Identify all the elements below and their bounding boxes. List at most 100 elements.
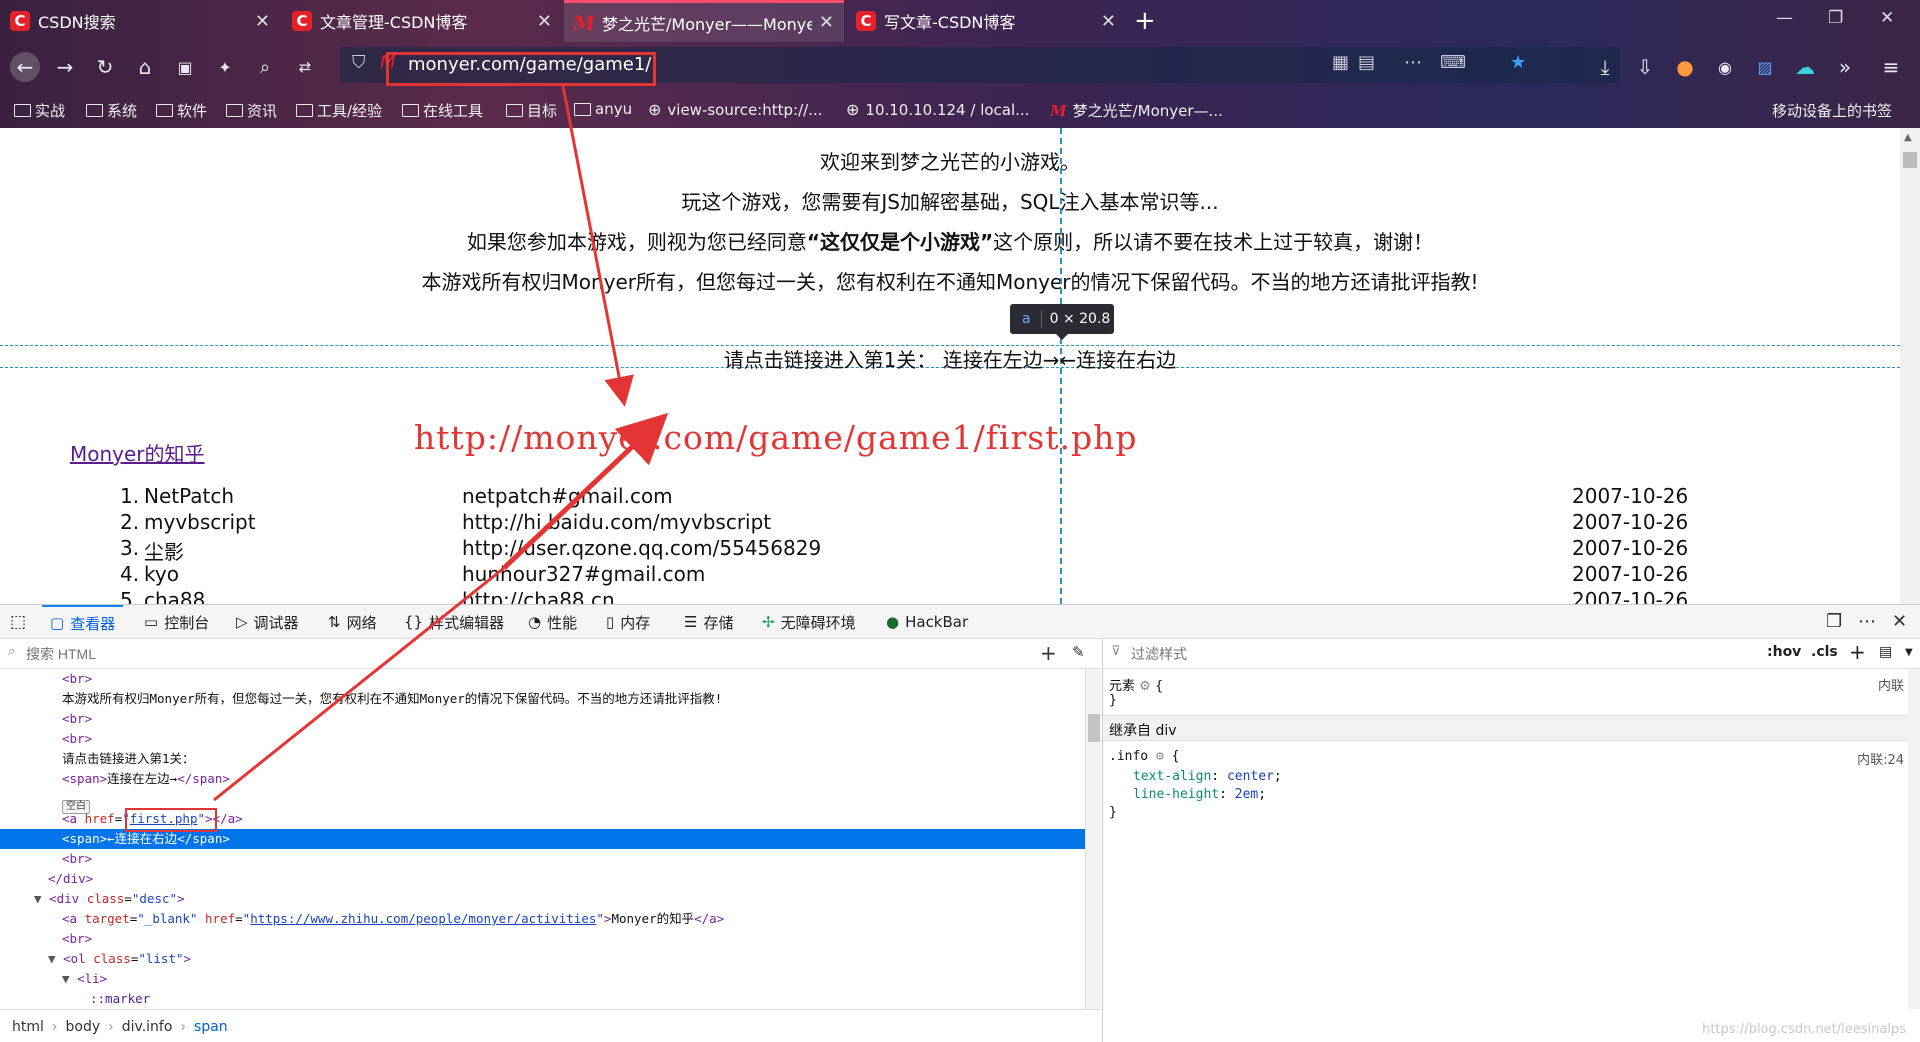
restore-icon[interactable]: ❐: [1828, 8, 1843, 28]
minimize-icon[interactable]: —: [1776, 8, 1793, 28]
back-arrow-icon[interactable]: ←: [10, 52, 40, 82]
tree-line-span-right[interactable]: <span>←连接在右边</span>: [62, 829, 230, 849]
add-rule-icon[interactable]: +: [1849, 640, 1866, 664]
dock-icon[interactable]: ❐: [1826, 611, 1842, 632]
shield-icon[interactable]: ⛉: [352, 52, 366, 73]
bookmark-folder[interactable]: 系统: [86, 100, 137, 121]
tab-accessibility[interactable]: ✢ 无障碍环境: [762, 605, 856, 639]
tab-style-editor[interactable]: {} 样式编辑器: [404, 605, 504, 639]
download-manager-icon[interactable]: ⇩: [1630, 52, 1660, 82]
bookmark-folder[interactable]: 工具/经验: [296, 100, 382, 121]
element-rule-selector[interactable]: 元素 ⚙ {: [1109, 675, 1163, 694]
window-close-icon[interactable]: ✕: [1880, 8, 1894, 28]
bookmark-folder[interactable]: 软件: [156, 100, 207, 121]
mobile-bookmarks[interactable]: 移动设备上的书签: [1772, 100, 1892, 121]
info-rule-source[interactable]: 内联:24: [1857, 749, 1904, 768]
bookmark-folder[interactable]: 目标: [506, 100, 557, 121]
download-icon[interactable]: ⤓: [1590, 52, 1620, 82]
eyedropper-icon[interactable]: ✎: [1072, 643, 1085, 661]
reader-view-icon[interactable]: ▤: [1358, 52, 1375, 73]
bookmark-link[interactable]: M 梦之光芒/Monyer—...: [1050, 100, 1223, 121]
bookmark-folder[interactable]: 在线工具: [402, 100, 483, 121]
tree-line-li[interactable]: ▼ <li>: [62, 969, 107, 989]
tab-memory[interactable]: ▯ 内存: [606, 605, 650, 639]
tree-line-div-desc[interactable]: ▼ <div class="desc">: [34, 889, 185, 909]
decl-line-height[interactable]: line-height: 2em;: [1133, 787, 1266, 802]
home-icon[interactable]: ⌂: [130, 52, 160, 82]
breadcrumb-span[interactable]: span: [194, 1019, 228, 1035]
devtools-menu-icon[interactable]: ⋯: [1858, 611, 1876, 632]
hov-button[interactable]: :hov: [1767, 644, 1801, 660]
tab-console[interactable]: ▭ 控制台: [144, 605, 209, 639]
bookmark-folder[interactable]: 资讯: [226, 100, 277, 121]
tree-line-br[interactable]: <br>: [62, 849, 92, 869]
tree-line-text[interactable]: 请点击链接进入第1关：: [62, 749, 195, 769]
tree-line-text[interactable]: 本游戏所有权归Monyer所有，但您每过一关，您有权利在不通知Monyer的情况…: [62, 689, 722, 709]
cls-button[interactable]: .cls: [1811, 644, 1838, 660]
html-search-input[interactable]: [26, 643, 1026, 665]
more-actions-icon[interactable]: ⋯: [1404, 52, 1422, 73]
firefox-account-icon[interactable]: ●: [1670, 52, 1700, 82]
tree-line-marker[interactable]: ::marker: [90, 989, 150, 1009]
tab-write-article[interactable]: C 写文章-CSDN博客 ✕: [846, 0, 1126, 42]
tree-line-br[interactable]: <br>: [62, 929, 92, 949]
close-icon[interactable]: ✕: [1101, 11, 1116, 32]
tree-line-br[interactable]: <br>: [62, 709, 92, 729]
scroll-up-icon[interactable]: ▲: [1904, 132, 1912, 143]
info-rule-selector[interactable]: .info ⚙ {: [1109, 749, 1179, 764]
page-scrollbar[interactable]: ▲: [1900, 128, 1920, 604]
forward-arrow-icon[interactable]: →: [50, 52, 80, 82]
tree-line-ol[interactable]: ▼ <ol class="list">: [48, 949, 191, 969]
reload-icon[interactable]: ↻: [90, 52, 120, 82]
hamburger-menu-icon[interactable]: ≡: [1876, 52, 1906, 82]
tree-line-br[interactable]: <br>: [62, 669, 92, 689]
qr-code-icon[interactable]: ▦: [1332, 52, 1349, 73]
tree-line-br[interactable]: <br>: [62, 729, 92, 749]
close-icon[interactable]: ✕: [255, 11, 270, 32]
tab-hackbar[interactable]: ● HackBar: [886, 605, 968, 639]
tree-line-zhihu-anchor[interactable]: <a target="_blank" href="https://www.zhi…: [62, 909, 724, 929]
rules-filter-input[interactable]: [1131, 644, 1631, 664]
bookmark-star-icon[interactable]: ★: [1510, 52, 1526, 73]
tab-csdn-search[interactable]: C CSDN搜索 ✕: [0, 0, 280, 42]
tab-performance[interactable]: ◔ 性能: [528, 605, 577, 639]
cloud-icon[interactable]: ☁: [1790, 52, 1820, 82]
add-node-icon[interactable]: +: [1040, 641, 1057, 665]
bookmark-folder[interactable]: 实战: [14, 100, 65, 121]
chevron-down-icon[interactable]: ▼: [1905, 647, 1913, 658]
reader-icon[interactable]: ▣: [170, 52, 200, 82]
tree-line-close-div[interactable]: </div>: [48, 869, 93, 889]
bookmark-link[interactable]: ⊕ view-source:http://...: [648, 100, 822, 119]
scroll-thumb[interactable]: [1088, 714, 1100, 742]
element-picker-icon[interactable]: ⬚: [10, 605, 26, 639]
expand-triangle-icon[interactable]: ▼: [62, 971, 77, 986]
overflow-chevron-icon[interactable]: »: [1830, 52, 1860, 82]
tab-storage[interactable]: ☰ 存储: [684, 605, 733, 639]
devtools-close-icon[interactable]: ✕: [1892, 611, 1907, 632]
tab-inspector[interactable]: ▢ 查看器: [42, 605, 124, 639]
breadcrumb-div-info[interactable]: div.info: [122, 1019, 173, 1035]
search-icon[interactable]: ⌕: [250, 52, 280, 82]
extension-icon[interactable]: ◉: [1710, 52, 1740, 82]
tab-article-manage[interactable]: C 文章管理-CSDN博客 ✕: [282, 0, 562, 42]
print-media-icon[interactable]: ▤: [1879, 644, 1892, 660]
decl-text-align[interactable]: text-align: center;: [1133, 769, 1282, 784]
zhihu-link[interactable]: Monyer的知乎: [70, 438, 205, 467]
tree-scrollbar[interactable]: [1085, 669, 1101, 1009]
close-icon[interactable]: ✕: [819, 12, 834, 33]
translate-icon[interactable]: ▨: [1750, 52, 1780, 82]
tab-monyer[interactable]: M 梦之光芒/Monyer——Monye ✕: [564, 0, 844, 42]
expand-triangle-icon[interactable]: ▼: [34, 891, 49, 906]
rules-scrollbar[interactable]: [1908, 669, 1920, 1009]
breadcrumb-html[interactable]: html: [12, 1019, 44, 1035]
keyboard-icon[interactable]: ⌨: [1440, 52, 1466, 73]
breadcrumb-body[interactable]: body: [66, 1019, 101, 1035]
expand-triangle-icon[interactable]: ▼: [48, 951, 63, 966]
extension-puzzle-icon[interactable]: ✦: [210, 52, 240, 82]
tree-line-span-left[interactable]: <span>连接在左边→</span>: [62, 769, 230, 789]
bookmark-folder[interactable]: anyu: [574, 100, 632, 118]
proxy-switch-icon[interactable]: ⇄: [290, 52, 320, 82]
scroll-thumb[interactable]: [1903, 152, 1917, 168]
new-tab-plus-icon[interactable]: +: [1134, 6, 1156, 36]
tab-debugger[interactable]: ▷ 调试器: [236, 605, 299, 639]
